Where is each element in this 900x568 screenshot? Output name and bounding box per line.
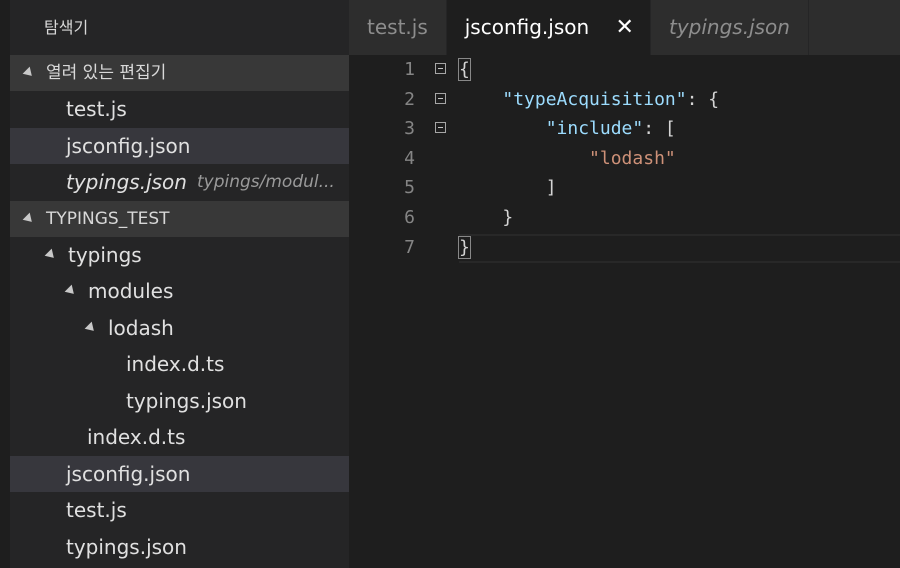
expanded-triangle-icon	[22, 66, 36, 80]
file-label: index.d.ts	[126, 352, 225, 376]
tab-label: jsconfig.json	[464, 15, 590, 39]
tree-file[interactable]: typings.json	[10, 529, 349, 566]
line-number: 4	[404, 147, 415, 169]
code-text: "lodash"	[459, 144, 676, 174]
code-line: 2 "typeAcquisition": {	[349, 85, 900, 115]
code-editor[interactable]: 1 { 2 "typeAcquisition": { 3 "include": …	[349, 55, 900, 568]
expanded-triangle-icon	[44, 248, 58, 262]
project-label: TYPINGS_TEST	[46, 208, 170, 229]
open-editors-label: 열려 있는 편집기	[46, 63, 167, 83]
open-editor-item[interactable]: jsconfig.json	[10, 127, 349, 164]
code-text: "include": [	[459, 114, 676, 144]
file-label: typings.json	[66, 534, 187, 559]
json-string: "lodash"	[589, 147, 676, 169]
code-text: {	[458, 55, 471, 85]
file-path-description: typings/modul...	[196, 172, 335, 192]
project-header[interactable]: TYPINGS_TEST	[10, 200, 349, 237]
punctuation: : [	[643, 118, 676, 140]
tree-file[interactable]: index.d.ts	[10, 346, 349, 383]
code-line: 5 ]	[349, 173, 900, 203]
file-label: typings.json	[66, 170, 187, 194]
json-key: "typeAcquisition"	[502, 88, 687, 110]
code-line: 3 "include": [	[349, 114, 900, 144]
code-line: 1 {	[349, 55, 900, 85]
open-editor-item[interactable]: typings.json typings/modul...	[10, 164, 349, 201]
folder-label: lodash	[108, 315, 174, 340]
expanded-triangle-icon	[22, 212, 36, 225]
editor-tabs: test.js jsconfig.json ✕ typings.json	[349, 0, 900, 55]
matching-bracket: {	[458, 58, 471, 81]
code-line: 4 "lodash"	[349, 144, 900, 174]
line-number: 5	[404, 177, 415, 199]
code-line: 6 }	[349, 203, 900, 233]
tab-test-js[interactable]: test.js	[349, 0, 447, 55]
tree-file-selected[interactable]: jsconfig.json	[10, 455, 349, 492]
fold-toggle-icon[interactable]	[435, 92, 446, 104]
fold-toggle-icon[interactable]	[435, 122, 446, 134]
tab-label: test.js	[367, 15, 428, 39]
open-editors-header[interactable]: 열려 있는 편집기	[10, 55, 349, 91]
folder-label: modules	[88, 279, 174, 303]
tree-file[interactable]: test.js	[10, 492, 349, 529]
code-text: }	[459, 207, 514, 228]
expanded-triangle-icon	[84, 321, 98, 335]
code-text: }	[458, 233, 471, 263]
tab-typings-json[interactable]: typings.json	[650, 0, 809, 55]
tab-jsconfig-json[interactable]: jsconfig.json ✕	[446, 0, 651, 55]
line-number: 7	[404, 236, 415, 258]
tree-folder-lodash[interactable]: lodash	[10, 310, 349, 347]
code-line: 7 }	[349, 233, 900, 263]
line-number: 3	[404, 118, 415, 140]
matching-bracket: }	[458, 235, 471, 259]
tree-folder-typings[interactable]: typings	[10, 237, 349, 274]
json-key: "include"	[545, 118, 644, 140]
file-label: jsconfig.json	[66, 133, 191, 158]
expanded-triangle-icon	[64, 284, 78, 298]
tree-file[interactable]: index.d.ts	[10, 419, 349, 456]
explorer-sidebar: 탐색기 열려 있는 편집기 test.js jsconfig.json typi…	[10, 0, 349, 568]
open-editor-item[interactable]: test.js	[10, 91, 349, 128]
close-icon[interactable]: ✕	[616, 15, 634, 40]
tab-label: typings.json	[668, 15, 790, 39]
file-label: typings.json	[126, 388, 247, 413]
file-label: jsconfig.json	[66, 461, 191, 486]
tree-folder-modules[interactable]: modules	[10, 273, 349, 310]
punctuation: : {	[686, 88, 720, 110]
explorer-title: 탐색기	[44, 18, 89, 37]
file-label: index.d.ts	[87, 425, 186, 449]
line-number: 1	[404, 59, 415, 80]
line-number: 2	[404, 88, 415, 110]
tree-file[interactable]: typings.json	[10, 383, 349, 420]
folder-label: typings	[68, 242, 142, 267]
code-text: ]	[459, 177, 557, 199]
file-label: test.js	[66, 498, 127, 522]
line-number: 6	[404, 207, 415, 228]
code-text: "typeAcquisition": {	[459, 85, 719, 115]
fold-toggle-icon[interactable]	[435, 63, 446, 74]
left-edge	[0, 0, 10, 568]
file-label: test.js	[66, 97, 127, 121]
